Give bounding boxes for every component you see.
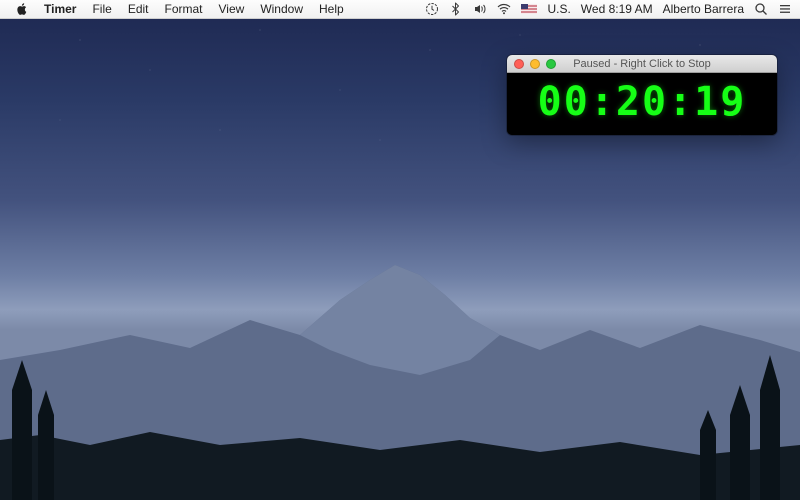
window-zoom-button[interactable] — [546, 59, 556, 69]
menubar: Timer File Edit Format View Window Help … — [0, 0, 800, 19]
notification-center-icon[interactable] — [778, 2, 792, 16]
menubar-user[interactable]: Alberto Barrera — [663, 2, 744, 16]
input-source[interactable] — [521, 4, 537, 14]
window-minimize-button[interactable] — [530, 59, 540, 69]
menu-format[interactable]: Format — [157, 0, 211, 18]
menu-help[interactable]: Help — [311, 0, 352, 18]
timer-window[interactable]: Paused - Right Click to Stop 00:20:19 — [507, 55, 777, 135]
spotlight-icon[interactable] — [754, 2, 768, 16]
volume-icon[interactable] — [473, 2, 487, 16]
menu-window[interactable]: Window — [252, 0, 311, 18]
us-flag-icon — [521, 4, 537, 14]
menu-file[interactable]: File — [84, 0, 119, 18]
timer-titlebar[interactable]: Paused - Right Click to Stop — [507, 55, 777, 73]
app-menu[interactable]: Timer — [36, 0, 84, 18]
apple-menu[interactable] — [8, 0, 36, 18]
timer-readout[interactable]: 00:20:19 — [507, 73, 777, 135]
window-close-button[interactable] — [514, 59, 524, 69]
timemachine-icon[interactable] — [425, 2, 439, 16]
menu-edit[interactable]: Edit — [120, 0, 157, 18]
wifi-icon[interactable] — [497, 2, 511, 16]
input-source-label[interactable]: U.S. — [547, 2, 570, 16]
menubar-clock[interactable]: Wed 8:19 AM — [581, 2, 653, 16]
menu-view[interactable]: View — [211, 0, 253, 18]
wallpaper-mountains — [0, 240, 800, 500]
bluetooth-icon[interactable] — [449, 2, 463, 16]
